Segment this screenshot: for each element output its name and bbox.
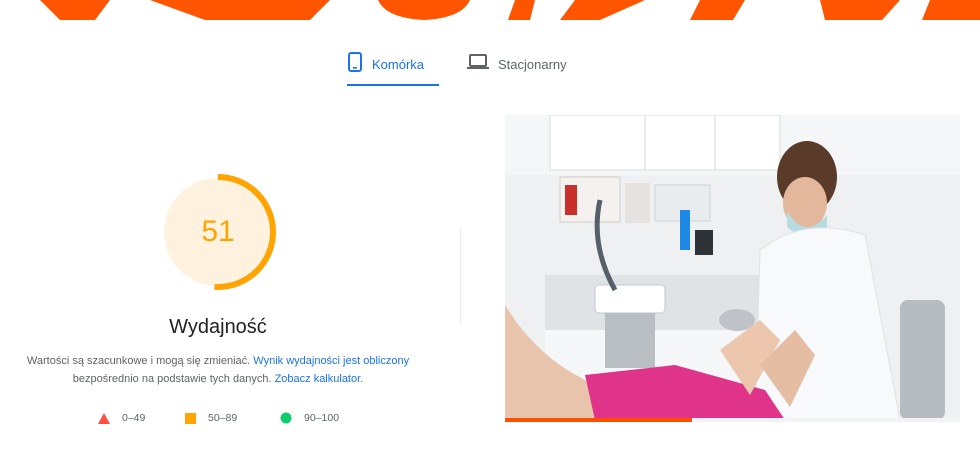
tab-mobile-label: Komórka bbox=[372, 56, 425, 72]
legend-item-pass: 90–100 bbox=[280, 412, 339, 424]
circle-icon bbox=[280, 412, 292, 424]
description-text: Wartości są szacunkowe i mogą się zmieni… bbox=[26, 355, 254, 367]
square-icon bbox=[185, 412, 196, 424]
gauge-title: Wydajność bbox=[169, 316, 267, 338]
laptop-icon bbox=[467, 53, 489, 76]
description-text: . bbox=[360, 373, 364, 385]
performance-score: 51 bbox=[201, 215, 235, 248]
triangle-icon bbox=[98, 412, 110, 424]
legend-item-average: 50–89 bbox=[185, 412, 237, 424]
tab-desktop-label: Stacjonarny bbox=[498, 56, 567, 72]
score-description: Wartości są szacunkowe i mogą się zmieni… bbox=[20, 352, 416, 388]
score-calculation-link[interactable]: Wynik wydajności jest obliczony bbox=[253, 355, 409, 367]
mobile-phone-icon bbox=[347, 51, 363, 77]
load-progress-fill bbox=[505, 418, 692, 422]
page-screenshot bbox=[505, 115, 960, 420]
calculator-link[interactable]: Zobacz kalkulator bbox=[275, 373, 361, 385]
tab-desktop[interactable]: Stacjonarny bbox=[467, 44, 587, 84]
legend-range: 0–49 bbox=[122, 412, 146, 424]
tab-mobile[interactable]: Komórka bbox=[347, 44, 439, 86]
legend-range: 90–100 bbox=[304, 412, 340, 424]
screenshot-load-progress bbox=[505, 418, 960, 422]
description-text: bezpośrednio na podstawie tych danych. bbox=[72, 373, 275, 385]
brand-banner bbox=[0, 0, 980, 20]
legend-range: 50–89 bbox=[208, 412, 238, 424]
legend-item-fail: 0–49 bbox=[98, 412, 145, 424]
divider bbox=[460, 228, 461, 324]
